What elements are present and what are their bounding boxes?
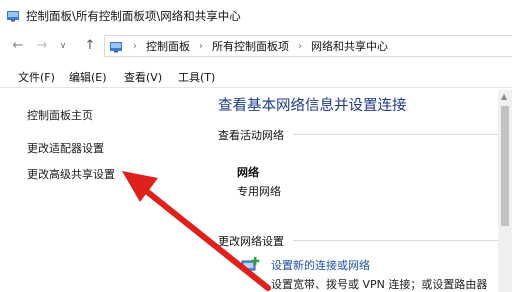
sidebar-item-change-advanced-sharing[interactable]: 更改高级共享设置 xyxy=(27,166,115,182)
control-panel-icon xyxy=(110,42,122,53)
breadcrumb-item-control-panel[interactable]: 控制面板 xyxy=(146,38,190,54)
sidebar-item-change-adapter-settings[interactable]: 更改适配器设置 xyxy=(27,140,104,156)
chevron-right-icon: › xyxy=(133,40,137,52)
vertical-scrollbar[interactable]: ▲ xyxy=(498,90,512,292)
menu-bar: 文件(F) 编辑(E) 查看(V) 工具(T) xyxy=(0,64,512,88)
breadcrumb: › 控制面板 › 所有控制面板项 › 网络和共享中心 xyxy=(123,38,388,54)
network-type: 专用网络 xyxy=(237,185,281,198)
setup-new-connection-link[interactable]: 设置新的连接或网络 xyxy=(271,257,370,273)
divider xyxy=(293,134,498,135)
sidebar: 控制面板主页 更改适配器设置 更改高级共享设置 xyxy=(0,90,205,292)
page-title: 查看基本网络信息并设置连接 xyxy=(218,98,407,114)
menu-edit[interactable]: 编辑(E) xyxy=(69,69,107,85)
window-title: 控制面板\所有控制面板项\网络和共享中心 xyxy=(26,9,241,23)
menu-tools[interactable]: 工具(T) xyxy=(178,69,215,85)
sidebar-item-control-panel-home[interactable]: 控制面板主页 xyxy=(27,107,93,123)
setup-connection-description: 设置宽带、拨号或 VPN 连接；或设置路由器 xyxy=(271,278,488,291)
chevron-right-icon: › xyxy=(298,40,302,52)
change-network-settings-label: 更改网络设置 xyxy=(218,235,284,248)
breadcrumb-item-all-items[interactable]: 所有控制面板项 xyxy=(212,38,289,54)
active-networks-label: 查看活动网络 xyxy=(218,129,284,142)
chevron-right-icon: › xyxy=(199,40,203,52)
up-arrow-icon[interactable]: ↑ xyxy=(82,37,98,55)
recent-dropdown-icon[interactable]: ∨ xyxy=(56,37,70,55)
scrollbar-thumb[interactable] xyxy=(501,106,509,226)
network-connection-icon xyxy=(241,257,260,271)
scroll-up-icon[interactable]: ▲ xyxy=(501,92,507,101)
control-panel-icon xyxy=(7,11,19,22)
breadcrumb-item-network-center[interactable]: 网络和共享中心 xyxy=(311,38,388,54)
network-name: 网络 xyxy=(237,166,259,179)
forward-arrow-icon[interactable]: → xyxy=(34,37,50,55)
title-bar: 控制面板\所有控制面板项\网络和共享中心 xyxy=(0,0,512,30)
menu-view[interactable]: 查看(V) xyxy=(124,69,162,85)
navigation-row: ← → ∨ ↑ › 控制面板 › 所有控制面板项 › 网络和共享中心 xyxy=(0,32,512,60)
divider xyxy=(293,240,498,241)
main-content: 查看基本网络信息并设置连接 查看活动网络 网络 专用网络 更改网络设置 设置新的… xyxy=(205,90,512,292)
menu-file[interactable]: 文件(F) xyxy=(18,69,55,85)
address-bar[interactable]: › 控制面板 › 所有控制面板项 › 网络和共享中心 xyxy=(104,35,512,57)
back-arrow-icon[interactable]: ← xyxy=(10,37,26,55)
